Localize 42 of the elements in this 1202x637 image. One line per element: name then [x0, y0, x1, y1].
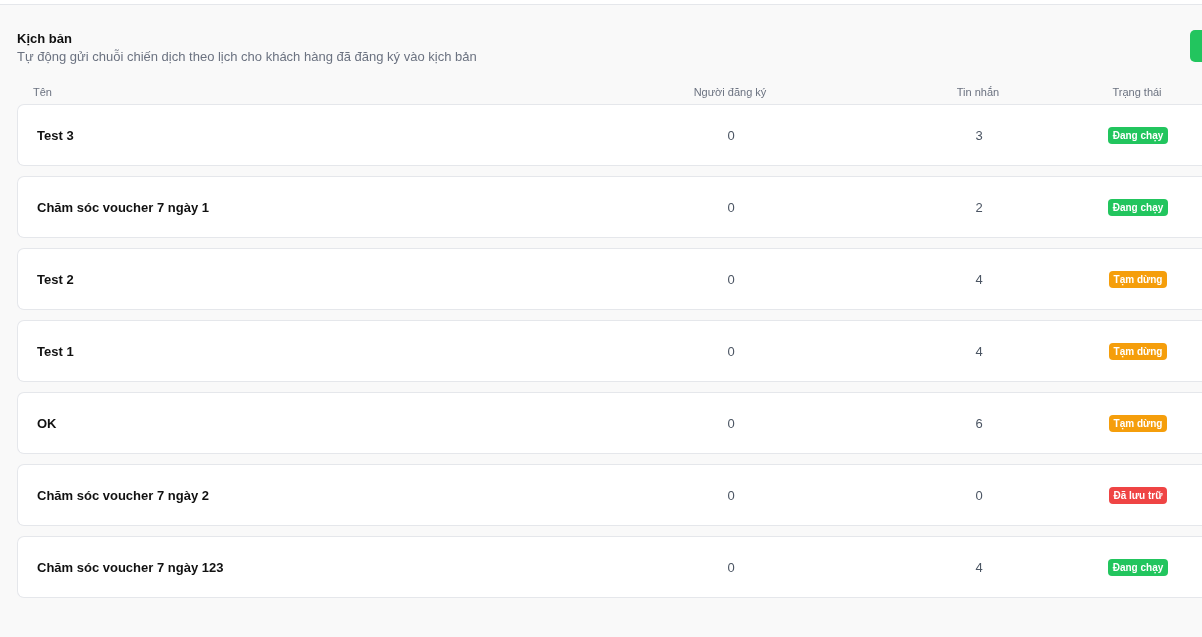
table-cell-text: 6: [974, 415, 984, 431]
table-cell-text: 0: [726, 271, 736, 287]
action-button[interactable]: [1190, 30, 1202, 62]
status-badge: Tạm dừng: [1108, 270, 1168, 288]
page-subtitle: Tự động gửi chuỗi chiến dịch theo lịch cho khách hàng đã đăng ký vào kịch bản: [17, 49, 477, 64]
table-row[interactable]: Chăm sóc voucher 7 ngày 123 0 4 Đang chạy: [17, 536, 1202, 598]
column-header: Tin nhắn: [955, 86, 1001, 98]
scenario-name: Test 1: [36, 343, 75, 359]
table-cell-text: 4: [974, 271, 984, 287]
table-cell-text: 0: [726, 199, 736, 215]
table-cell-text: 0: [726, 559, 736, 575]
table-cell-text: 0: [974, 487, 984, 503]
page-title: Kịch bản: [17, 31, 73, 46]
scenario-name: Chăm sóc voucher 7 ngày 1: [36, 199, 210, 215]
status-badge: Đang chạy: [1107, 198, 1169, 216]
table-cell-text: 3: [974, 127, 984, 143]
table-row[interactable]: Test 1 0 4 Tạm dừng: [17, 320, 1202, 382]
scenario-name: Test 3: [36, 127, 75, 143]
status-badge: Tạm dừng: [1108, 342, 1168, 360]
table-row[interactable]: Chăm sóc voucher 7 ngày 1 0 2 Đang chạy: [17, 176, 1202, 238]
status-badge: Đang chạy: [1107, 558, 1169, 576]
table-row[interactable]: OK 0 6 Tạm dừng: [17, 392, 1202, 454]
table-cell-text: 2: [974, 199, 984, 215]
table-row[interactable]: Chăm sóc voucher 7 ngày 2 0 0 Đã lưu trữ: [17, 464, 1202, 526]
table-cell-text: 4: [974, 559, 984, 575]
table-cell-text: 0: [726, 127, 736, 143]
status-badge: Đang chạy: [1107, 126, 1169, 144]
scenario-name: Test 2: [36, 271, 75, 287]
column-header: Người đăng ký: [692, 86, 768, 98]
table-cell-text: 0: [726, 415, 736, 431]
table-row[interactable]: Test 2 0 4 Tạm dừng: [17, 248, 1202, 310]
column-header: Trạng thái: [1111, 86, 1163, 98]
status-badge: Đã lưu trữ: [1108, 486, 1168, 504]
table-cell-text: 4: [974, 343, 984, 359]
status-badge: Tạm dừng: [1108, 414, 1168, 432]
table-cell-text: 0: [726, 487, 736, 503]
scenario-name: Chăm sóc voucher 7 ngày 2: [36, 487, 210, 503]
scenario-name: OK: [36, 415, 58, 431]
scenario-name: Chăm sóc voucher 7 ngày 123: [36, 559, 225, 575]
table-cell-text: 0: [726, 343, 736, 359]
table-row[interactable]: Test 3 0 3 Đang chạy: [17, 104, 1202, 166]
column-header: Tên: [32, 86, 53, 98]
